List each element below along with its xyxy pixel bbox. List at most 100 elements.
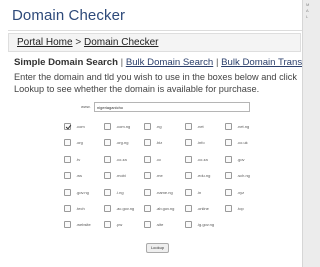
tld-label: .net bbox=[197, 124, 204, 129]
right-strip-text: A bbox=[306, 8, 309, 13]
tld-option[interactable]: .tv bbox=[64, 155, 108, 166]
tld-label: .ng bbox=[156, 124, 162, 129]
tld-label: .edu.ng bbox=[197, 173, 211, 179]
tld-checkbox[interactable] bbox=[185, 172, 192, 180]
tld-checkbox[interactable] bbox=[64, 221, 71, 229]
tld-option[interactable]: .com.ng bbox=[104, 123, 148, 133]
tld-checkbox[interactable] bbox=[225, 123, 232, 130]
tld-option[interactable]: .mobi bbox=[104, 172, 148, 182]
tld-option[interactable]: .org.ng bbox=[104, 139, 148, 149]
breadcrumb: Portal Home > Domain Checker bbox=[8, 33, 301, 52]
tld-option[interactable]: .gov.ng bbox=[64, 188, 108, 199]
tld-checkbox[interactable] bbox=[144, 188, 151, 196]
tld-option[interactable]: .online bbox=[185, 205, 229, 215]
tld-checkbox[interactable] bbox=[225, 139, 232, 147]
tld-checkbox[interactable] bbox=[185, 139, 192, 147]
tld-checkbox[interactable] bbox=[104, 139, 111, 147]
right-strip-text: L bbox=[306, 14, 309, 19]
tld-checkbox[interactable] bbox=[104, 188, 111, 196]
tld-checkbox[interactable] bbox=[64, 172, 71, 180]
tld-option[interactable]: .ng bbox=[144, 123, 188, 133]
tld-option[interactable]: .info bbox=[185, 139, 229, 149]
tld-checkbox[interactable] bbox=[64, 139, 71, 147]
tld-option[interactable]: .pw bbox=[104, 221, 148, 231]
lookup-button[interactable]: Lookup bbox=[146, 243, 169, 253]
tld-option[interactable]: .gov bbox=[225, 155, 269, 166]
tld-option[interactable]: .co.za bbox=[104, 155, 148, 166]
tld-option[interactable]: .tech bbox=[64, 205, 108, 215]
tld-option[interactable]: .xyz bbox=[225, 188, 269, 199]
breadcrumb-home-link[interactable]: Portal Home bbox=[17, 37, 73, 48]
tld-checkbox[interactable] bbox=[104, 123, 111, 130]
tld-option[interactable]: .top bbox=[225, 205, 269, 215]
tld-option[interactable]: .sch.ng bbox=[225, 172, 269, 182]
title-divider bbox=[8, 30, 302, 31]
tld-option[interactable]: .ws bbox=[64, 172, 108, 182]
tld-option[interactable]: .ac.gov.ng bbox=[104, 205, 148, 215]
tld-label: .me bbox=[156, 173, 163, 179]
tld-checkbox[interactable] bbox=[64, 188, 71, 196]
tld-label: .co.za bbox=[116, 156, 127, 162]
tld-label: .org bbox=[76, 140, 83, 146]
tld-checkbox[interactable] bbox=[185, 188, 192, 196]
tab-bulk-domain-search[interactable]: Bulk Domain Search bbox=[126, 57, 213, 68]
tld-checkbox[interactable] bbox=[225, 205, 232, 212]
tld-label: .biz bbox=[156, 140, 163, 146]
tld-label: .pw bbox=[116, 222, 123, 228]
tld-option[interactable]: .website bbox=[64, 221, 108, 231]
tld-option[interactable]: .cc bbox=[144, 155, 188, 166]
tld-label: .ws bbox=[76, 173, 82, 179]
tld-option[interactable]: .net bbox=[185, 123, 229, 133]
tld-label: .name.ng bbox=[156, 189, 173, 195]
right-strip-text: M bbox=[306, 2, 310, 7]
tld-checkbox[interactable] bbox=[104, 172, 111, 180]
tld-label: .site bbox=[156, 222, 164, 228]
tab-bulk-domain-transfer[interactable]: Bulk Domain Transfer bbox=[221, 57, 313, 68]
tld-checkbox[interactable] bbox=[64, 205, 71, 212]
tld-option[interactable]: .co.za bbox=[185, 155, 229, 166]
domain-checker-page: Domain Checker Portal Home > Domain Chec… bbox=[0, 0, 313, 267]
tld-option[interactable]: .site bbox=[144, 221, 188, 231]
tld-checkbox[interactable] bbox=[144, 221, 151, 229]
tld-label: .ig.gov.ng bbox=[197, 222, 215, 228]
domain-prefix-label: www. bbox=[81, 104, 91, 109]
tld-option[interactable]: .name.ng bbox=[144, 188, 188, 199]
tld-option[interactable]: .me bbox=[144, 172, 188, 182]
tld-label: .gov.ng bbox=[76, 189, 89, 195]
tld-checkbox[interactable] bbox=[144, 123, 151, 130]
tld-option[interactable]: .i.ng bbox=[104, 188, 148, 199]
tld-option[interactable]: .co.uk bbox=[225, 139, 269, 149]
tld-checkbox[interactable] bbox=[185, 221, 192, 229]
tld-checkbox[interactable] bbox=[104, 205, 111, 212]
tld-checkbox[interactable] bbox=[104, 155, 111, 163]
tld-checkbox[interactable] bbox=[104, 221, 111, 229]
tld-label: .gov bbox=[237, 156, 245, 162]
tld-checkbox[interactable] bbox=[64, 155, 71, 163]
domain-name-input[interactable] bbox=[94, 102, 250, 112]
tld-label: .mobi bbox=[116, 173, 126, 179]
tld-checkbox[interactable] bbox=[64, 123, 71, 130]
tld-checkbox[interactable] bbox=[225, 172, 232, 180]
tld-option[interactable]: .in bbox=[185, 188, 229, 199]
tld-option[interactable]: .net.ng bbox=[225, 123, 269, 133]
tld-checkbox[interactable] bbox=[144, 205, 151, 212]
tld-checkbox[interactable] bbox=[144, 155, 151, 163]
tld-checkbox[interactable] bbox=[185, 155, 192, 163]
tld-checkbox[interactable] bbox=[144, 139, 151, 147]
tld-checkbox[interactable] bbox=[225, 155, 232, 163]
tld-checkbox[interactable] bbox=[225, 188, 232, 196]
tld-option[interactable]: .biz bbox=[144, 139, 188, 149]
tld-checkbox[interactable] bbox=[185, 123, 192, 130]
tld-option[interactable]: .org bbox=[64, 139, 108, 149]
tld-option[interactable]: .edu.ng bbox=[185, 172, 229, 182]
tld-option[interactable]: .com bbox=[64, 123, 108, 133]
tld-option[interactable]: .ab.gov.ng bbox=[144, 205, 188, 215]
tld-checkbox[interactable] bbox=[144, 172, 151, 180]
tld-option[interactable]: .ig.gov.ng bbox=[185, 221, 229, 231]
tld-label: .net.ng bbox=[237, 124, 250, 129]
tld-checkbox[interactable] bbox=[185, 205, 192, 212]
tab-separator: | bbox=[120, 57, 124, 68]
tld-label: .com.ng bbox=[116, 124, 131, 129]
breadcrumb-current-link[interactable]: Domain Checker bbox=[84, 37, 158, 48]
search-mode-tabs: Simple Domain Search | Bulk Domain Searc… bbox=[14, 57, 313, 68]
